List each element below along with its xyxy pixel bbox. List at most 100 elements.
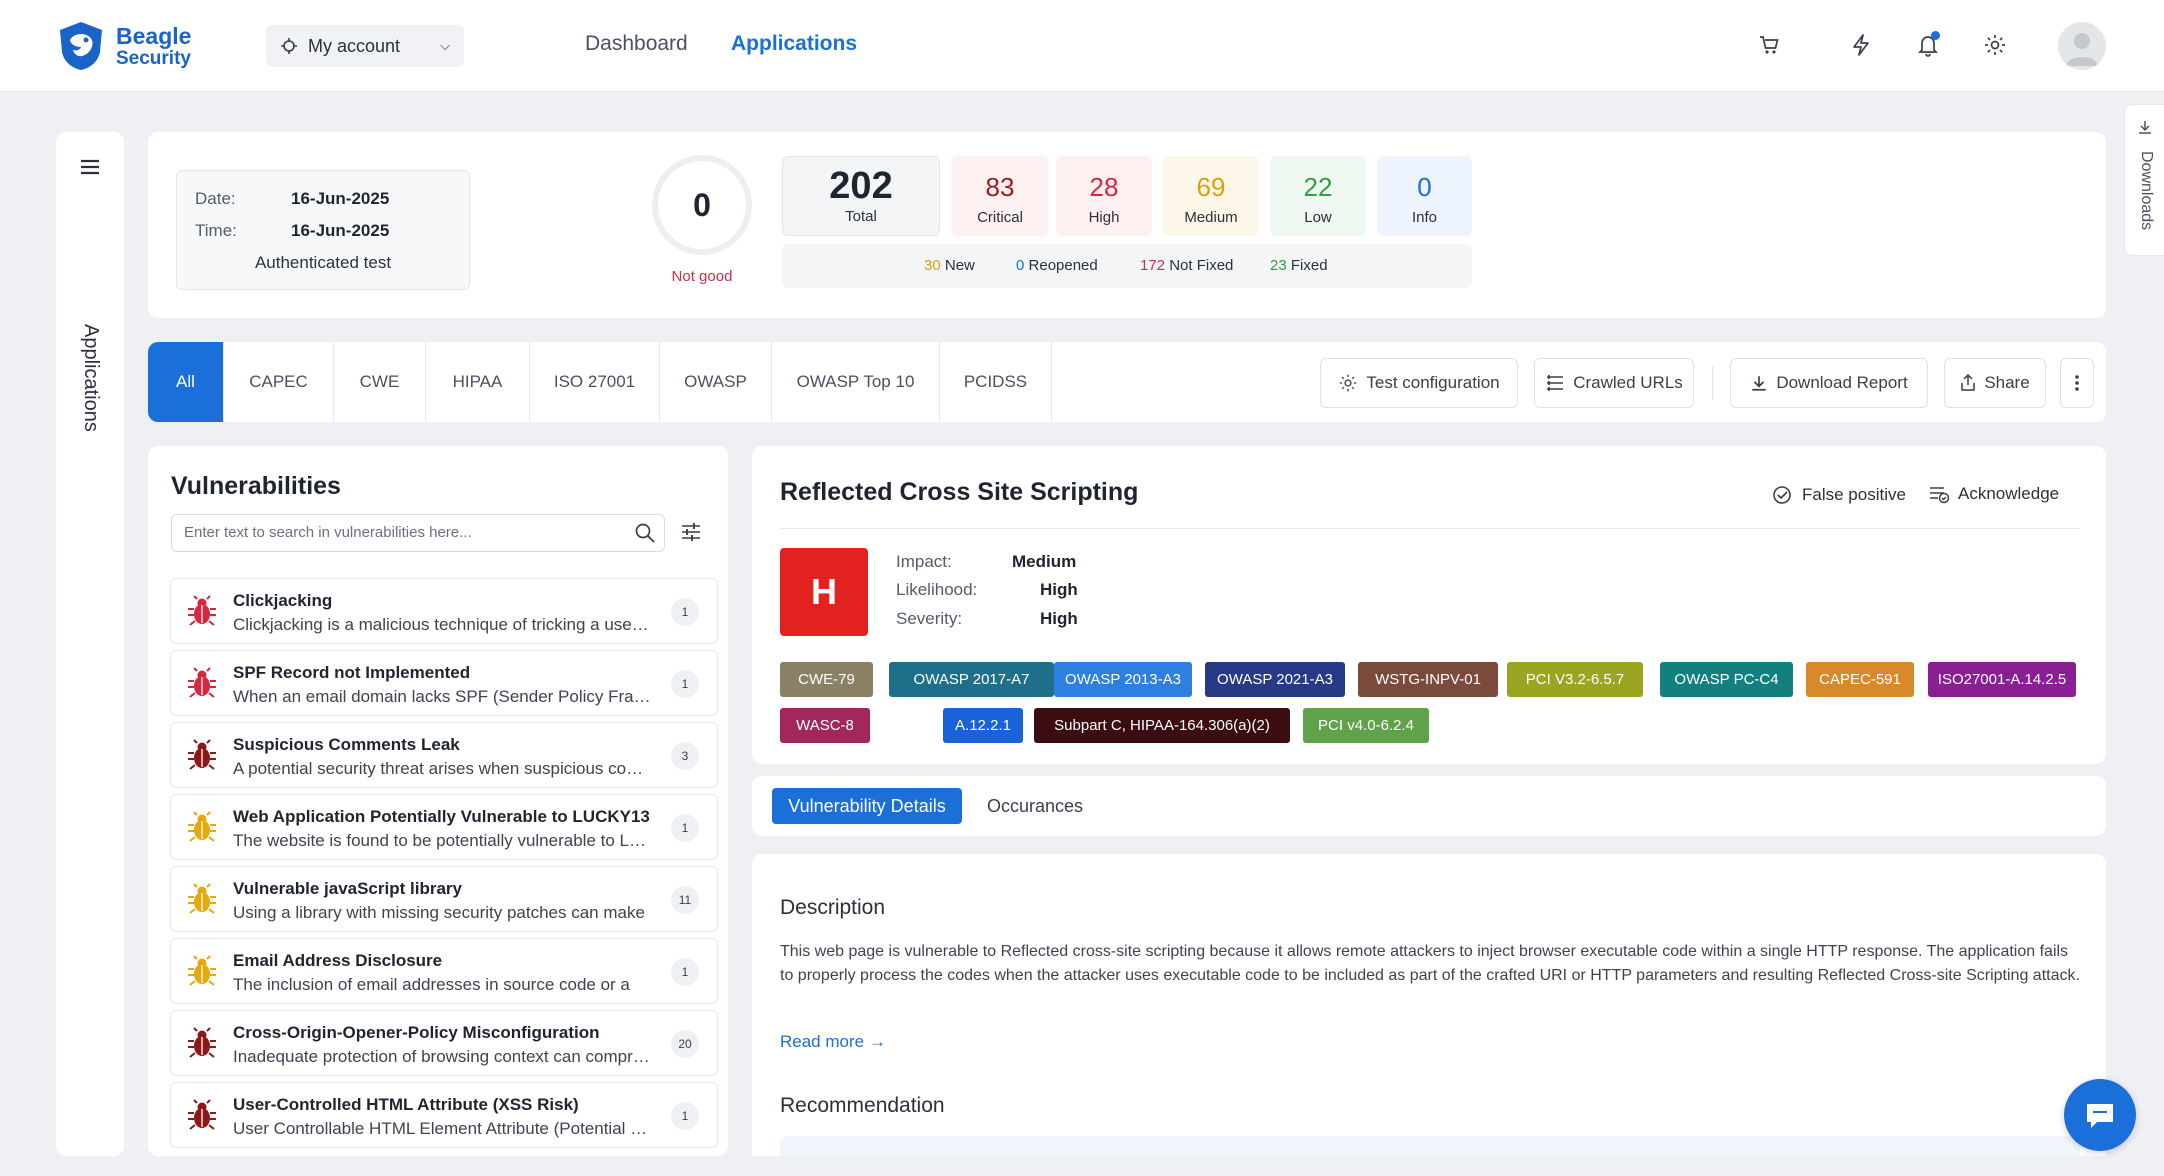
bell-icon[interactable]	[1913, 30, 1943, 60]
low-count: 22	[1303, 172, 1333, 202]
vulnerability-summary: The website is found to be potentially v…	[233, 831, 653, 850]
vulnerability-title: Suspicious Comments Leak	[233, 735, 460, 754]
more-options-button[interactable]	[2060, 358, 2094, 408]
toolbar-divider	[1712, 366, 1713, 400]
medium-count-box[interactable]: 69 Medium	[1163, 156, 1259, 236]
tab-occurrences[interactable]: Occurances	[974, 788, 1096, 824]
vulnerability-list-item[interactable]: Cross-Origin-Opener-Policy Misconfigurat…	[170, 1010, 718, 1076]
medium-label: Medium	[1184, 209, 1238, 226]
tab-capec[interactable]: CAPEC	[224, 342, 334, 422]
tab-hipaa[interactable]: HIPAA	[426, 342, 530, 422]
bug-icon	[188, 667, 216, 698]
lightning-icon[interactable]	[1846, 30, 1876, 60]
occurrence-count-badge: 20	[671, 1030, 699, 1058]
chat-bubble-icon	[2087, 1104, 2113, 1128]
tab-cwe[interactable]: CWE	[334, 342, 426, 422]
notification-dot	[1931, 31, 1940, 40]
top-bar: Beagle Security My account ⌵ Dashboard A…	[0, 0, 2164, 92]
acknowledge-button[interactable]: Acknowledge	[1928, 484, 2059, 504]
download-report-button[interactable]: Download Report	[1730, 358, 1928, 408]
compliance-tag: A.12.2.1	[943, 708, 1023, 743]
vulnerability-search-input[interactable]	[184, 524, 624, 541]
high-count-box[interactable]: 28 High	[1056, 156, 1152, 236]
bug-icon	[188, 1099, 216, 1130]
vulnerability-summary: Inadequate protection of browsing contex…	[233, 1047, 653, 1066]
vulnerability-title: Clickjacking	[233, 591, 333, 610]
recommendation-heading: Recommendation	[780, 1094, 945, 1117]
cart-icon[interactable]	[1754, 30, 1784, 60]
download-icon	[1752, 376, 1767, 391]
test-configuration-button[interactable]: Test configuration	[1320, 358, 1518, 408]
filter-sliders-icon[interactable]	[680, 522, 702, 542]
brand-logo[interactable]: Beagle Security	[56, 20, 191, 72]
gear-icon[interactable]	[1980, 30, 2010, 60]
compliance-tag: CWE-79	[780, 662, 873, 697]
tab-owasp[interactable]: OWASP	[660, 342, 772, 422]
critical-label: Critical	[977, 209, 1023, 226]
impact-value: Medium	[1012, 552, 1077, 571]
vulnerabilities-panel: Vulnerabilities ClickjackingClickjacking…	[148, 446, 728, 1156]
false-positive-label: False positive	[1802, 485, 1906, 504]
critical-count-box[interactable]: 83 Critical	[951, 156, 1049, 236]
rail-label-applications[interactable]: Applications	[79, 324, 102, 432]
total-count: 202	[829, 165, 893, 207]
tab-iso-27001[interactable]: ISO 27001	[530, 342, 660, 422]
user-avatar[interactable]	[2058, 22, 2106, 70]
info-count-box[interactable]: 0 Info	[1377, 156, 1472, 236]
crawled-urls-label: Crawled URLs	[1573, 373, 1683, 392]
crawled-urls-button[interactable]: Crawled URLs	[1534, 358, 1694, 408]
compliance-tabs-bar: All CAPEC CWE HIPAA ISO 27001 OWASP OWAS…	[148, 342, 2106, 422]
vulnerability-list-item[interactable]: User-Controlled HTML Attribute (XSS Risk…	[170, 1082, 718, 1148]
impact-label: Impact:	[896, 552, 952, 571]
vulnerability-search-box	[171, 514, 665, 552]
false-positive-button[interactable]: False positive	[1772, 484, 1906, 506]
acknowledge-list-icon	[1930, 487, 1950, 504]
nav-applications[interactable]: Applications	[731, 32, 857, 56]
compliance-tag: WASC-8	[780, 708, 870, 743]
vulnerability-summary: When an email domain lacks SPF (Sender P…	[233, 687, 653, 706]
vulnerability-list-item[interactable]: Email Address Disclosure The inclusion of…	[170, 938, 718, 1004]
hamburger-menu-icon[interactable]	[79, 158, 101, 176]
total-count-box[interactable]: 202 Total	[782, 156, 940, 236]
bug-icon	[188, 883, 216, 914]
acknowledge-label: Acknowledge	[1958, 484, 2060, 503]
vulnerability-list-item[interactable]: SPF Record not Implemented When an email …	[170, 650, 718, 716]
downloads-tab[interactable]: Downloads	[2124, 104, 2164, 256]
likelihood-label: Likelihood:	[896, 580, 978, 599]
compliance-tag: CAPEC-591	[1806, 662, 1914, 697]
tab-pcidss[interactable]: PCIDSS	[940, 342, 1052, 422]
download-icon	[2139, 121, 2151, 134]
tab-owasp-top-10[interactable]: OWASP Top 10	[772, 342, 940, 422]
chat-support-button[interactable]	[2064, 1079, 2136, 1151]
description-panel: Description This web page is vulnerable …	[752, 854, 2106, 1156]
vulnerability-list-item[interactable]: Suspicious Comments Leak A potential secu…	[170, 722, 718, 788]
info-count: 0	[1417, 172, 1432, 202]
vulnerability-summary: User Controllable HTML Element Attribute…	[233, 1119, 653, 1138]
share-icon	[1961, 374, 1976, 391]
vulnerability-summary: Using a library with missing security pa…	[233, 903, 645, 922]
search-icon[interactable]	[634, 522, 656, 544]
low-label: Low	[1304, 209, 1332, 226]
vulnerability-title: Web Application Potentially Vulnerable t…	[233, 807, 650, 826]
compliance-tag: OWASP 2017-A7	[889, 662, 1054, 697]
vulnerability-list-item[interactable]: Vulnerable javaScript library Using a lib…	[170, 866, 718, 932]
bug-icon	[188, 811, 216, 842]
tab-all[interactable]: All	[148, 342, 224, 422]
info-label: Info	[1411, 209, 1438, 226]
vulnerability-list-item[interactable]: Web Application Potentially Vulnerable t…	[170, 794, 718, 860]
nav-dashboard[interactable]: Dashboard	[585, 32, 688, 56]
low-count-box[interactable]: 22 Low	[1270, 156, 1366, 236]
status-fixed[interactable]: 23 Fixed	[1270, 257, 1328, 274]
security-score-label: Not good	[671, 268, 733, 285]
share-button[interactable]: Share	[1944, 358, 2046, 408]
tab-vulnerability-details[interactable]: Vulnerability Details	[772, 788, 962, 824]
status-reopened[interactable]: 0 Reopened	[1016, 257, 1098, 274]
read-more-link[interactable]: Read more →	[780, 1032, 886, 1052]
account-switcher[interactable]: My account ⌵	[266, 25, 464, 67]
list-icon	[1547, 375, 1564, 391]
vulnerability-list-item[interactable]: Clickjacking Clickjacking is a malicious …	[170, 578, 718, 644]
beagle-logo-icon	[60, 22, 102, 70]
status-new[interactable]: 30 New	[924, 257, 975, 274]
status-not-fixed[interactable]: 172 Not Fixed	[1140, 257, 1233, 274]
likelihood-value: High	[1040, 580, 1078, 599]
